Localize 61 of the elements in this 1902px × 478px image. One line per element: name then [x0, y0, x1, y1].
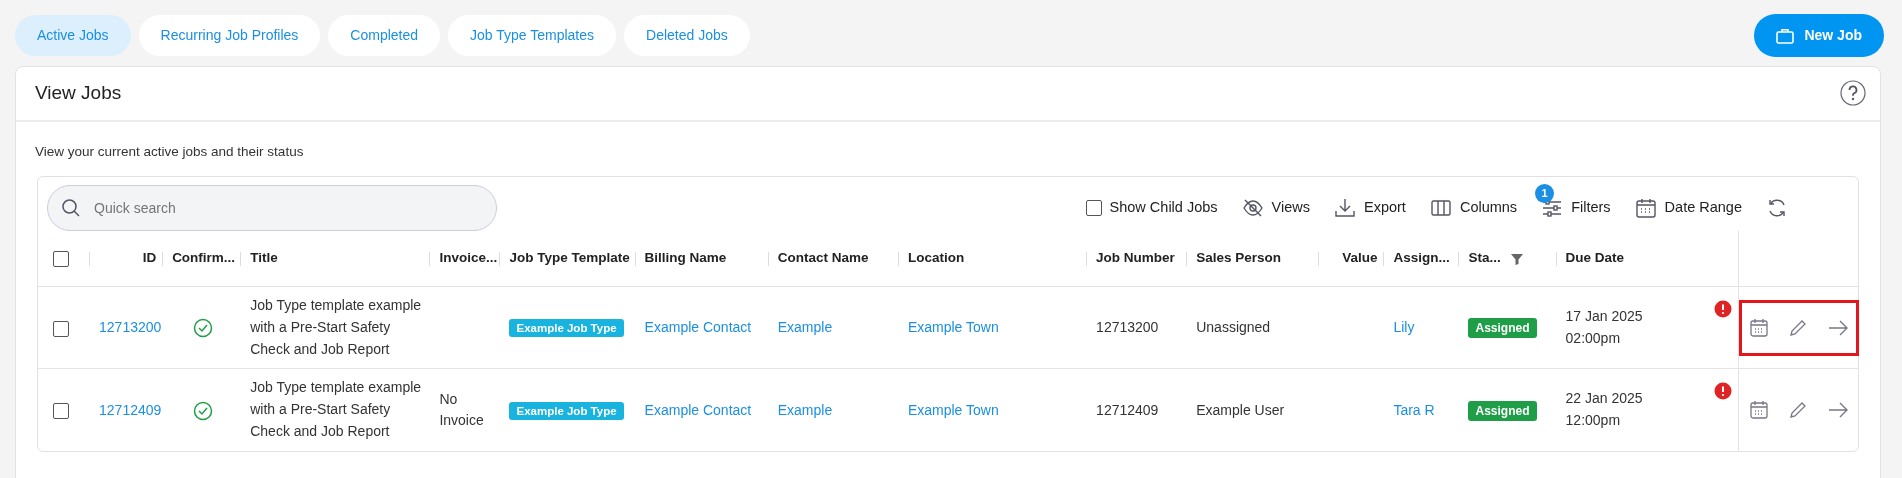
- due-date: 17 Jan 2025 02:00pm: [1565, 307, 1643, 348]
- column-header[interactable]: Job Number: [1096, 248, 1175, 269]
- billing-name-link[interactable]: Example Contact: [644, 401, 752, 418]
- date-range-button[interactable]: Date Range: [1634, 196, 1742, 219]
- column-header[interactable]: Confirm...: [172, 248, 235, 269]
- due-date: 22 Jan 2025 12:00pm: [1565, 389, 1643, 430]
- column-header[interactable]: Assign...: [1393, 248, 1450, 269]
- filter-icon[interactable]: [1510, 252, 1523, 265]
- job-title: Job Type template example with a Pre-Start Safety Check and Job Report: [250, 296, 423, 359]
- tab[interactable]: Deleted Jobs: [624, 15, 750, 56]
- column-header[interactable]: Sales Person: [1196, 248, 1281, 269]
- schedule-button[interactable]: [1748, 400, 1769, 420]
- calendar-icon: [1634, 196, 1657, 219]
- contact-name-link[interactable]: Example: [777, 319, 833, 336]
- search-icon: [61, 197, 81, 218]
- card-title: View Jobs: [35, 81, 122, 105]
- column-header[interactable]: Due Date: [1565, 248, 1625, 269]
- help-icon[interactable]: [1840, 80, 1866, 107]
- contact-name-link[interactable]: Example: [777, 401, 833, 418]
- column-header[interactable]: Job Type Template: [509, 248, 629, 269]
- assignee-link[interactable]: Tara R: [1393, 401, 1435, 418]
- schedule-button[interactable]: [1748, 317, 1769, 338]
- views-button[interactable]: Views: [1241, 196, 1310, 219]
- job-type-badge: Example Job Type: [509, 401, 624, 420]
- select-all-checkbox[interactable]: [53, 250, 69, 267]
- job-number: 12713200: [1096, 319, 1159, 336]
- export-button[interactable]: Export: [1334, 196, 1406, 219]
- open-button[interactable]: [1827, 400, 1850, 420]
- job-id-link[interactable]: 12712409: [99, 401, 162, 418]
- column-header[interactable]: Title: [250, 248, 278, 269]
- description-text: View your current active jobs and their status: [34, 142, 305, 161]
- billing-name-link[interactable]: Example Contact: [644, 319, 752, 336]
- show-child-jobs-checkbox[interactable]: Show Child Jobs: [1085, 196, 1218, 219]
- columns-button[interactable]: Columns: [1429, 196, 1518, 219]
- job-number: 12712409: [1096, 401, 1159, 418]
- column-header[interactable]: Sta...: [1468, 248, 1501, 269]
- status-badge: Assigned: [1468, 318, 1537, 339]
- status-badge: Assigned: [1468, 400, 1537, 421]
- location-link[interactable]: Example Town: [907, 319, 999, 336]
- column-header[interactable]: ID: [142, 248, 157, 269]
- column-header[interactable]: Value: [1342, 248, 1378, 269]
- tab[interactable]: Job Type Templates: [448, 15, 617, 56]
- location-link[interactable]: Example Town: [907, 401, 999, 418]
- search-field[interactable]: Quick search: [47, 184, 497, 231]
- assignee-link[interactable]: Lily: [1393, 319, 1415, 336]
- briefcase-icon: [1776, 27, 1795, 44]
- invoice-text: No Invoice: [439, 390, 485, 430]
- column-header[interactable]: Billing Name: [644, 248, 727, 269]
- row-checkbox[interactable]: [53, 402, 69, 419]
- tab[interactable]: Completed: [328, 15, 441, 56]
- row-checkbox[interactable]: [53, 320, 69, 337]
- job-title: Job Type template example with a Pre-Start Safety Check and Job Report: [250, 378, 423, 441]
- download-icon: [1334, 196, 1356, 219]
- job-id-link[interactable]: 12713200: [99, 319, 162, 336]
- sales-person: Unassigned: [1196, 319, 1271, 336]
- tab[interactable]: Recurring Job Profiles: [138, 15, 321, 56]
- filter-count-badge: 1: [1535, 183, 1555, 203]
- sales-person: Example User: [1196, 401, 1285, 418]
- column-header[interactable]: Location: [907, 248, 965, 269]
- column-header[interactable]: Contact Name: [777, 248, 869, 269]
- job-type-badge: Example Job Type: [509, 319, 624, 338]
